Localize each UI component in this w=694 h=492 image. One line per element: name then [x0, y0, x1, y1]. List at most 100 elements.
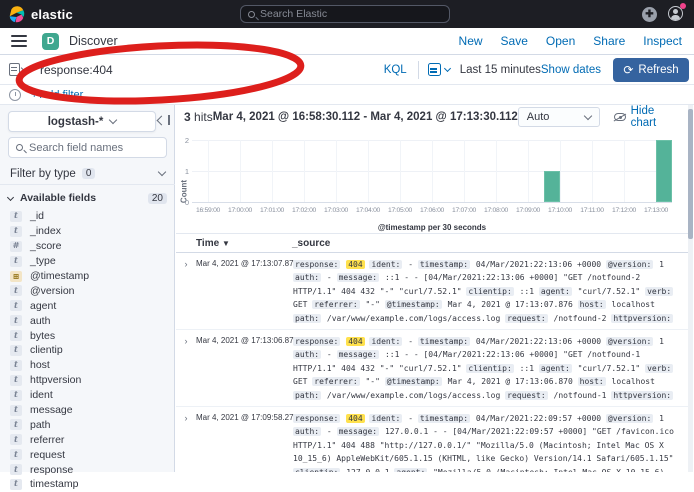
y-axis-tick: 1	[176, 167, 189, 176]
field-name: _id	[30, 210, 44, 222]
discover-app-badge[interactable]: D	[42, 33, 59, 50]
field-list-item[interactable]: t referrer	[0, 432, 175, 447]
field-list-item[interactable]: t message	[0, 403, 175, 418]
field-list-item[interactable]: t response	[0, 462, 175, 477]
scrollbar[interactable]	[688, 105, 693, 472]
source-field-name: timestamp:	[418, 337, 470, 346]
open-button[interactable]: Open	[546, 34, 575, 48]
field-name: host	[30, 359, 50, 371]
discover-main: 3 hits Mar 4, 2021 @ 16:58:30.112 - Mar …	[176, 105, 694, 472]
show-dates-button[interactable]: Show dates	[541, 64, 601, 76]
source-field-name: auth:	[293, 427, 321, 436]
source-value: ::1	[520, 364, 534, 373]
field-list-item[interactable]: ⊞ @timestamp	[0, 269, 175, 284]
histogram-bar[interactable]	[544, 171, 560, 202]
saved-query-menu-button[interactable]	[9, 63, 28, 76]
menu-icon[interactable]	[11, 35, 27, 47]
gridline	[432, 140, 433, 202]
source-field-name: httpversion:	[611, 314, 673, 323]
date-picker-quick-menu[interactable]	[428, 63, 450, 76]
global-search-placeholder: Search Elastic	[260, 8, 327, 20]
elastic-brand[interactable]: elastic	[0, 6, 240, 23]
source-field-name: clientip:	[466, 287, 513, 296]
field-name: @timestamp	[30, 270, 89, 282]
field-type-icon: t	[10, 345, 22, 356]
source-field-name: auth:	[293, 273, 321, 282]
field-type-icon: t	[10, 419, 22, 430]
source-value: /var/www/example.com/logs/access.log	[327, 314, 500, 323]
source-value: "curl/7.52.1"	[578, 364, 641, 373]
histogram-bar[interactable]	[656, 140, 672, 202]
field-list-item[interactable]: t agent	[0, 298, 175, 313]
refresh-button[interactable]: ⟳ Refresh	[613, 58, 689, 82]
field-list-item[interactable]: t timestamp	[0, 477, 175, 492]
field-name: response	[30, 464, 73, 476]
scrollbar-thumb[interactable]	[688, 109, 693, 239]
share-button[interactable]: Share	[593, 34, 625, 48]
field-list-item[interactable]: t ident	[0, 388, 175, 403]
source-value: /notfound-2	[554, 314, 607, 323]
source-field-name: request:	[505, 314, 548, 323]
add-filter-button[interactable]: + Add filter	[31, 89, 83, 101]
source-value: -	[408, 414, 413, 423]
field-list-item[interactable]: t clientip	[0, 343, 175, 358]
source-field-name: @version:	[606, 414, 653, 423]
filter-count-badge: 0	[82, 168, 96, 179]
hide-chart-button[interactable]: Hide chart	[614, 105, 680, 129]
field-list-item[interactable]: t path	[0, 417, 175, 432]
expand-row-icon[interactable]: ›	[176, 412, 196, 472]
field-name: bytes	[30, 330, 55, 342]
field-type-icon: t	[10, 211, 22, 222]
field-list-item[interactable]: t auth	[0, 313, 175, 328]
elastic-logo-icon	[8, 6, 25, 23]
source-field-name: @timestamp:	[385, 377, 442, 386]
document-row: › Mar 4, 2021 @ 17:13:07.876 response: 4…	[176, 253, 688, 330]
field-list-item[interactable]: # _score	[0, 239, 175, 254]
query-language-button[interactable]: KQL	[384, 64, 407, 76]
interval-select[interactable]: Auto	[518, 107, 600, 127]
source-value: GET	[293, 300, 307, 309]
inspect-button[interactable]: Inspect	[643, 34, 682, 48]
source-value: Mar 4, 2021 @ 17:13:06.870	[448, 377, 573, 386]
help-icon[interactable]: ✚	[642, 7, 657, 22]
source-field-name: host:	[578, 377, 606, 386]
index-pattern-selector[interactable]: logstash-*	[8, 111, 156, 132]
source-value: Mar 4, 2021 @ 17:13:07.876	[448, 300, 573, 309]
time-range-value[interactable]: Last 15 minutes	[460, 64, 541, 76]
expand-row-icon[interactable]: ›	[176, 258, 196, 325]
user-menu-avatar[interactable]	[668, 6, 684, 22]
field-search-placeholder: Search field names	[29, 142, 123, 154]
field-list-item[interactable]: t _id	[0, 209, 175, 224]
field-search-input[interactable]: Search field names	[8, 137, 167, 158]
new-button[interactable]: New	[459, 34, 483, 48]
field-list-item[interactable]: t @version	[0, 283, 175, 298]
source-field-name: ident:	[369, 337, 402, 346]
field-name: _score	[30, 240, 62, 252]
collapse-sidebar-icon[interactable]	[158, 114, 170, 126]
calendar-icon	[428, 63, 441, 76]
field-list-item[interactable]: t bytes	[0, 328, 175, 343]
field-type-icon: t	[10, 360, 22, 371]
y-axis-tick: 2	[176, 136, 189, 145]
field-list-item[interactable]: t _type	[0, 254, 175, 269]
save-button[interactable]: Save	[501, 34, 528, 48]
expand-row-icon[interactable]: ›	[176, 335, 196, 402]
available-fields-count-badge: 20	[148, 193, 167, 204]
saved-queries-icon[interactable]	[9, 89, 21, 101]
field-type-icon: t	[10, 479, 22, 490]
chevron-down-icon	[109, 116, 117, 124]
query-input[interactable]: response:404	[40, 63, 384, 77]
field-list-item[interactable]: t host	[0, 358, 175, 373]
documents-table-header: Time ▼ _source	[176, 233, 688, 253]
available-fields-header[interactable]: Available fields 20	[0, 189, 175, 207]
field-name: timestamp	[30, 478, 78, 490]
time-column-header[interactable]: Time ▼	[196, 238, 292, 249]
source-column-header: _source	[292, 238, 330, 249]
filter-by-type-button[interactable]: Filter by type 0	[0, 163, 175, 185]
source-field-name: @version:	[606, 260, 653, 269]
field-list-item[interactable]: t _index	[0, 224, 175, 239]
field-list-item[interactable]: t request	[0, 447, 175, 462]
field-list-item[interactable]: t httpversion	[0, 373, 175, 388]
source-field-name: path:	[293, 314, 321, 323]
global-search-input[interactable]: Search Elastic	[240, 5, 450, 23]
